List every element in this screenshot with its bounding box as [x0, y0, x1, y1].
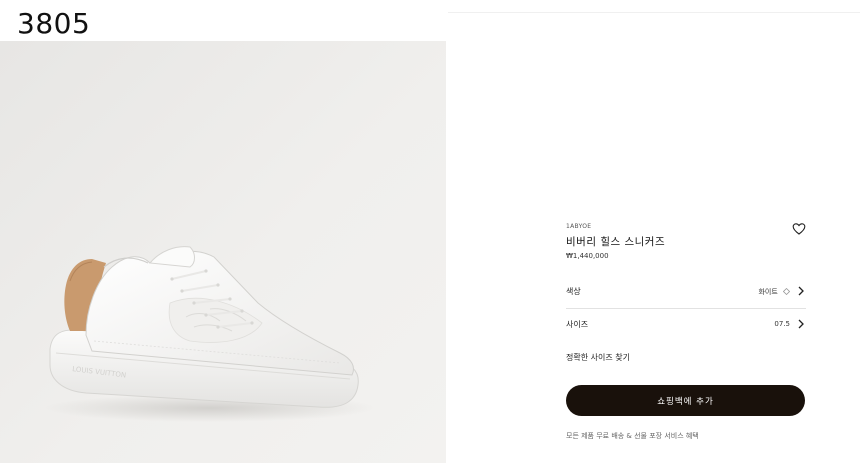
size-guide-link[interactable]: 정확한 사이즈 찾기: [566, 352, 630, 363]
screenshot-label: 3805: [17, 7, 91, 40]
sneaker-image: LOUIS VUITTON: [45, 246, 375, 422]
color-value: 화이트: [758, 287, 791, 297]
add-to-cart-button[interactable]: 쇼핑백에 추가: [566, 385, 805, 416]
size-value: 07.5: [774, 320, 790, 328]
options-divider: [566, 308, 806, 309]
product-title: 비버리 힐스 스니커즈: [566, 236, 666, 248]
chevron-right-icon: [798, 286, 804, 296]
diamond-icon: [782, 287, 791, 296]
product-price: ₩1,440,000: [566, 252, 609, 260]
heart-icon: [792, 223, 806, 235]
color-value-text: 화이트: [758, 288, 778, 296]
color-label: 색상: [566, 287, 581, 296]
benefits-text: 모든 제품 무료 배송 & 선물 포장 서비스 혜택: [566, 432, 699, 440]
size-label: 사이즈: [566, 320, 589, 329]
top-divider: [448, 12, 860, 13]
product-reference: 1ABYOE: [566, 223, 592, 230]
wishlist-button[interactable]: [792, 221, 806, 235]
chevron-right-icon: [798, 319, 804, 329]
add-to-cart-label: 쇼핑백에 추가: [657, 396, 714, 407]
product-image: LOUIS VUITTON: [0, 41, 446, 463]
color-selector[interactable]: 색상 화이트: [566, 282, 806, 302]
size-selector[interactable]: 사이즈 07.5: [566, 315, 806, 335]
